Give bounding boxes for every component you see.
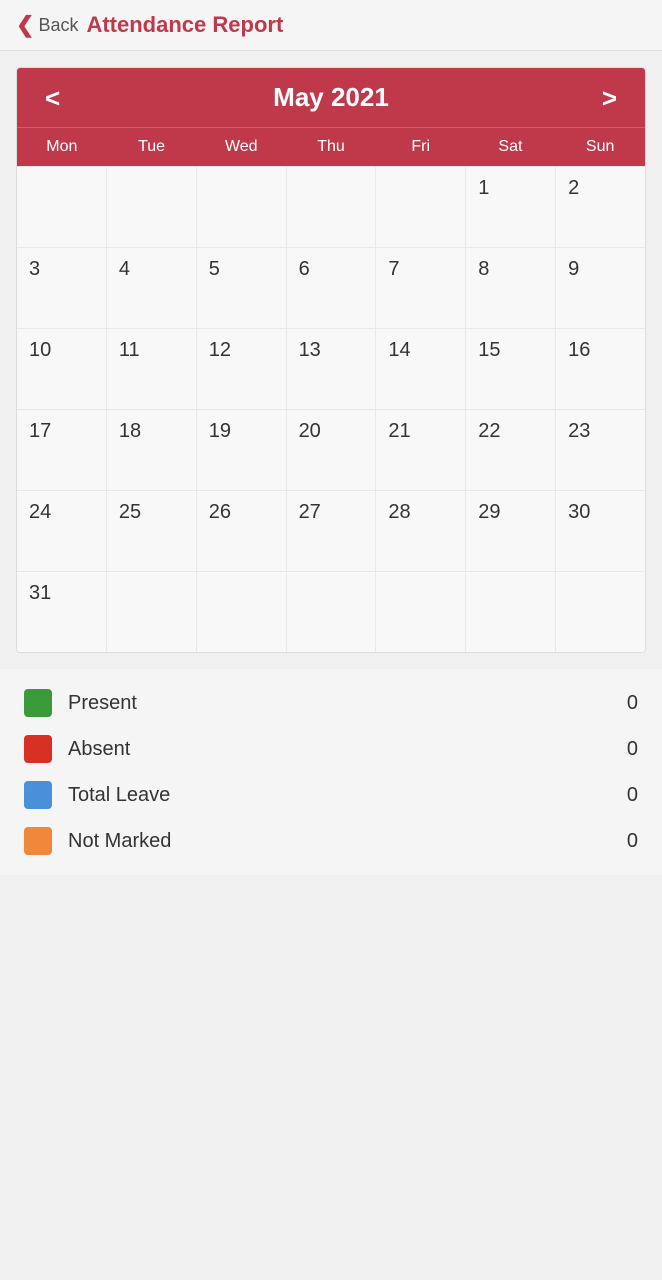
day-header-tue: Tue <box>107 128 197 166</box>
calendar: < May 2021 > MonTueWedThuFriSatSun 12345… <box>16 67 646 653</box>
not-marked-label: Not Marked <box>68 830 592 853</box>
back-button[interactable]: ❮ Back <box>16 14 78 36</box>
day-header-mon: Mon <box>17 128 107 166</box>
cal-day-27[interactable]: 27 <box>287 491 376 571</box>
present-label: Present <box>68 692 592 715</box>
cal-day-1[interactable]: 1 <box>466 167 555 247</box>
cal-day-empty <box>197 572 286 652</box>
total-leave-count: 0 <box>608 784 638 807</box>
cal-day-18[interactable]: 18 <box>107 410 196 490</box>
calendar-grid: 1234567891011121314151617181920212223242… <box>17 166 645 652</box>
cal-day-28[interactable]: 28 <box>376 491 465 571</box>
cal-day-4[interactable]: 4 <box>107 248 196 328</box>
back-chevron-icon: ❮ <box>16 14 34 36</box>
cal-day-31[interactable]: 31 <box>17 572 106 652</box>
not-marked-color-icon <box>24 827 52 855</box>
cal-day-empty <box>287 572 376 652</box>
day-header-thu: Thu <box>286 128 376 166</box>
day-headers-row: MonTueWedThuFriSatSun <box>17 127 645 166</box>
present-count: 0 <box>608 692 638 715</box>
cal-day-empty <box>287 167 376 247</box>
cal-day-2[interactable]: 2 <box>556 167 645 247</box>
not-marked-count: 0 <box>608 830 638 853</box>
absent-color-icon <box>24 735 52 763</box>
prev-month-button[interactable]: < <box>37 85 68 111</box>
cal-day-7[interactable]: 7 <box>376 248 465 328</box>
cal-day-20[interactable]: 20 <box>287 410 376 490</box>
next-month-button[interactable]: > <box>594 85 625 111</box>
cal-day-empty <box>466 572 555 652</box>
cal-day-26[interactable]: 26 <box>197 491 286 571</box>
day-header-sun: Sun <box>555 128 645 166</box>
cal-day-empty <box>556 572 645 652</box>
month-nav: < May 2021 > <box>17 68 645 127</box>
present-color-icon <box>24 689 52 717</box>
total-leave-label: Total Leave <box>68 784 592 807</box>
legend-item-not-marked: Not Marked 0 <box>24 827 638 855</box>
cal-day-29[interactable]: 29 <box>466 491 555 571</box>
month-title: May 2021 <box>273 82 389 113</box>
cal-day-6[interactable]: 6 <box>287 248 376 328</box>
absent-label: Absent <box>68 738 592 761</box>
legend-item-present: Present 0 <box>24 689 638 717</box>
total-leave-color-icon <box>24 781 52 809</box>
cal-day-24[interactable]: 24 <box>17 491 106 571</box>
page-title: Attendance Report <box>86 12 283 38</box>
cal-day-13[interactable]: 13 <box>287 329 376 409</box>
cal-day-19[interactable]: 19 <box>197 410 286 490</box>
cal-day-empty <box>107 167 196 247</box>
cal-day-16[interactable]: 16 <box>556 329 645 409</box>
cal-day-14[interactable]: 14 <box>376 329 465 409</box>
legend: Present 0 Absent 0 Total Leave 0 Not Marked 0 <box>0 669 662 875</box>
cal-day-15[interactable]: 15 <box>466 329 555 409</box>
cal-day-23[interactable]: 23 <box>556 410 645 490</box>
day-header-fri: Fri <box>376 128 466 166</box>
cal-day-5[interactable]: 5 <box>197 248 286 328</box>
legend-item-absent: Absent 0 <box>24 735 638 763</box>
cal-day-12[interactable]: 12 <box>197 329 286 409</box>
cal-day-11[interactable]: 11 <box>107 329 196 409</box>
back-label: Back <box>38 15 78 36</box>
cal-day-10[interactable]: 10 <box>17 329 106 409</box>
cal-day-17[interactable]: 17 <box>17 410 106 490</box>
header: ❮ Back Attendance Report <box>0 0 662 51</box>
cal-day-21[interactable]: 21 <box>376 410 465 490</box>
absent-count: 0 <box>608 738 638 761</box>
cal-day-30[interactable]: 30 <box>556 491 645 571</box>
cal-day-9[interactable]: 9 <box>556 248 645 328</box>
cal-day-empty <box>17 167 106 247</box>
legend-item-total-leave: Total Leave 0 <box>24 781 638 809</box>
cal-day-empty <box>197 167 286 247</box>
cal-day-8[interactable]: 8 <box>466 248 555 328</box>
cal-day-22[interactable]: 22 <box>466 410 555 490</box>
cal-day-3[interactable]: 3 <box>17 248 106 328</box>
cal-day-empty <box>376 167 465 247</box>
cal-day-25[interactable]: 25 <box>107 491 196 571</box>
day-header-wed: Wed <box>196 128 286 166</box>
day-header-sat: Sat <box>466 128 556 166</box>
cal-day-empty <box>107 572 196 652</box>
cal-day-empty <box>376 572 465 652</box>
